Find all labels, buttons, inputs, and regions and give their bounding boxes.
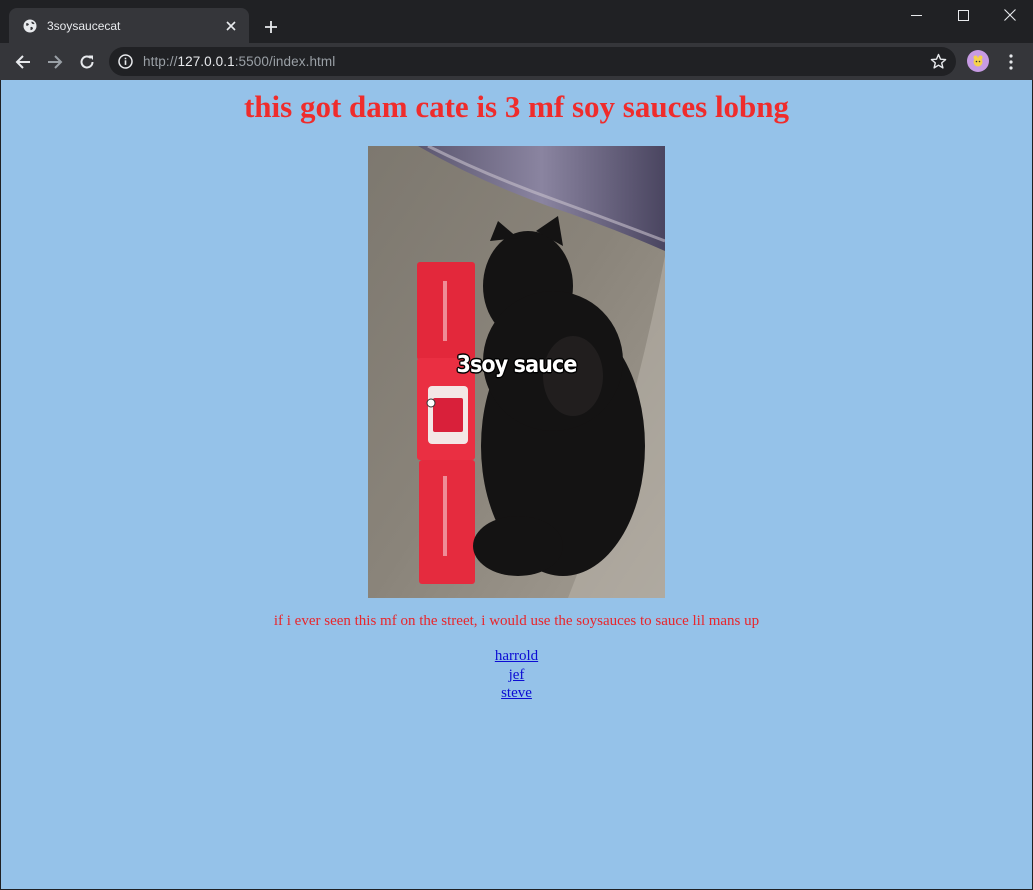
url-text: http://127.0.0.1:5500/index.html xyxy=(143,54,335,69)
url-host: 127.0.0.1 xyxy=(177,54,235,69)
reload-icon xyxy=(80,55,94,69)
maximize-button[interactable] xyxy=(940,0,986,30)
reload-button[interactable] xyxy=(73,48,101,76)
profile-avatar[interactable] xyxy=(967,50,989,72)
link-steve[interactable]: steve xyxy=(501,684,532,703)
kebab-menu-icon xyxy=(1009,54,1013,70)
info-icon[interactable] xyxy=(118,54,133,69)
minimize-button[interactable] xyxy=(893,0,939,30)
caption-text: if i ever seen this mf on the street, i … xyxy=(273,613,760,629)
link-harrold[interactable]: harrold xyxy=(495,647,538,666)
image-overlay-text: 3soy sauce xyxy=(456,352,578,378)
close-window-button[interactable] xyxy=(987,0,1033,30)
plus-icon xyxy=(265,21,277,33)
new-tab-button[interactable] xyxy=(258,14,284,40)
url-scheme: http:// xyxy=(143,54,178,69)
globe-icon xyxy=(23,19,37,33)
maximize-icon xyxy=(957,9,969,21)
bookmark-star-icon[interactable] xyxy=(930,53,947,70)
link-jef[interactable]: jef xyxy=(509,666,525,685)
cat-photo: 3soy sauce xyxy=(368,146,665,598)
browser-titlebar: 3soysaucecat xyxy=(0,0,1033,43)
avatar-icon xyxy=(973,55,983,67)
url-path: :5500/index.html xyxy=(234,54,336,69)
link-list: harrold jef steve xyxy=(1,647,1032,703)
tab-title: 3soysaucecat xyxy=(47,18,121,33)
browser-toolbar: http://127.0.0.1:5500/index.html xyxy=(0,43,1033,80)
close-icon xyxy=(1004,9,1016,21)
browser-menu-button[interactable] xyxy=(998,48,1024,76)
back-button[interactable] xyxy=(9,48,37,76)
arrow-right-icon xyxy=(48,55,63,69)
browser-tab[interactable]: 3soysaucecat xyxy=(9,8,249,43)
page-headline: this got dam cate is 3 mf soy sauces lob… xyxy=(243,89,790,124)
page-viewport: this got dam cate is 3 mf soy sauces lob… xyxy=(1,80,1032,889)
minimize-icon xyxy=(910,14,922,16)
address-bar[interactable]: http://127.0.0.1:5500/index.html xyxy=(109,47,956,76)
forward-button[interactable] xyxy=(41,48,69,76)
arrow-left-icon xyxy=(15,55,30,69)
close-tab-icon[interactable] xyxy=(219,14,243,38)
